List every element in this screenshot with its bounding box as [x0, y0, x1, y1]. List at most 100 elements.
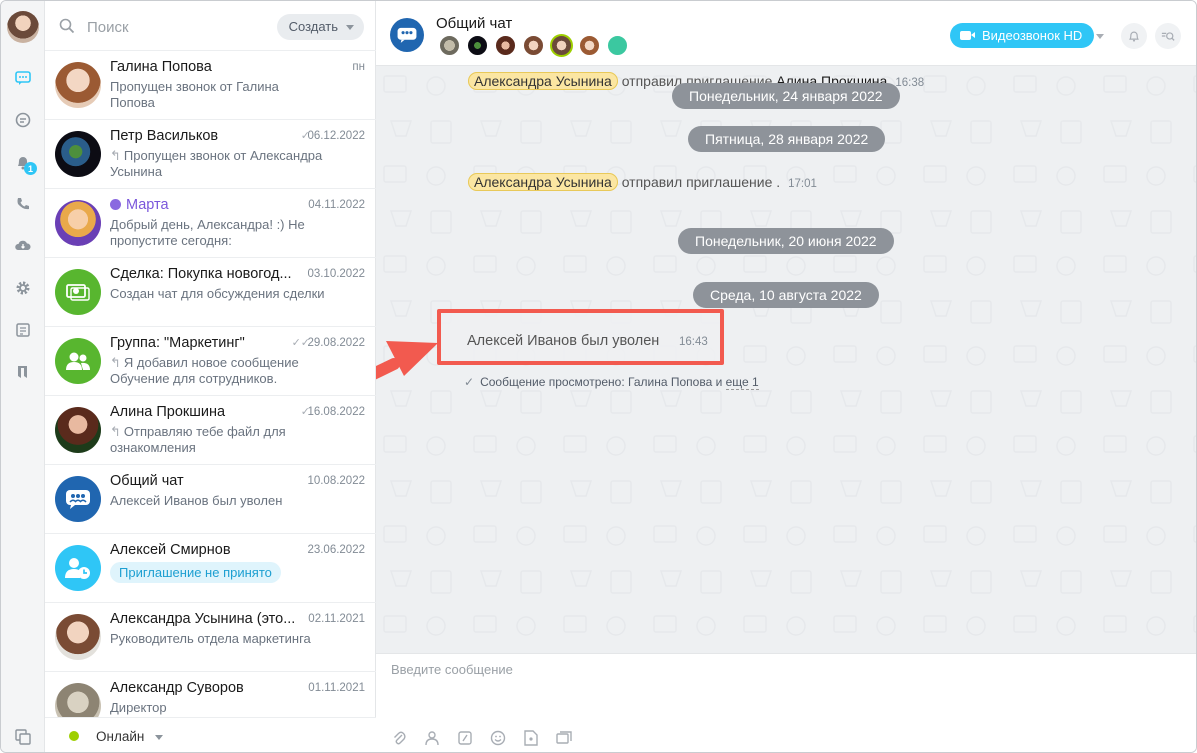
avatar[interactable]: [606, 34, 629, 57]
message-input[interactable]: Введите сообщение: [391, 662, 513, 677]
app-window: 1 Поиск Создать Галина Попова пн Пропуще…: [0, 0, 1197, 753]
avatar: [55, 200, 101, 246]
chat-name: Общий чат: [110, 473, 184, 489]
chat-date: 29.08.2022: [307, 337, 365, 349]
group-chat-icon: [397, 27, 417, 43]
disk-icon[interactable]: [13, 236, 33, 256]
chevron-down-icon[interactable]: [1096, 34, 1104, 39]
message-time: 16:43: [679, 336, 708, 348]
group-chat-icon: [66, 490, 90, 509]
chat-date: 23.06.2022: [307, 544, 365, 556]
avatar[interactable]: [494, 34, 517, 57]
chat-preview: Создан чат для обсуждения сделки: [110, 286, 325, 301]
chat-item[interactable]: Галина Попова пн Пропущен звонок от Гали…: [45, 51, 376, 120]
status-selector[interactable]: Онлайн: [45, 717, 376, 752]
avatar[interactable]: [522, 34, 545, 57]
user-mention[interactable]: Александра Усынина: [468, 173, 618, 191]
tasks-icon[interactable]: [13, 320, 33, 340]
avatar[interactable]: [578, 34, 601, 57]
user-mention[interactable]: Александра Усынина: [468, 72, 618, 90]
chat-items: Галина Попова пн Пропущен звонок от Гали…: [45, 51, 376, 741]
chat-list-panel: Поиск Создать Галина Попова пн Пропущен …: [45, 1, 376, 752]
read-receipt: ✓ Сообщение просмотрено: Галина Попова и …: [464, 375, 759, 390]
avatar: [55, 338, 101, 384]
left-rail: 1: [1, 1, 45, 752]
group-icon: [66, 352, 90, 370]
bookmarks-icon[interactable]: [13, 362, 33, 382]
deal-icon: [66, 284, 90, 301]
chat-item[interactable]: Сделка: Покупка новогод... 03.10.2022 Со…: [45, 258, 376, 327]
sticker-icon[interactable]: [522, 729, 540, 747]
bell-icon: [1129, 31, 1139, 42]
reply-icon: ↰: [110, 148, 121, 163]
date-separator: Среда, 10 августа 2022: [693, 282, 879, 308]
windows-icon[interactable]: [13, 727, 33, 747]
search-icon: [59, 18, 75, 34]
chat-date: 10.08.2022: [307, 475, 365, 487]
message-text: Алексей Иванов был уволен: [467, 333, 660, 349]
create-button[interactable]: Создать: [276, 14, 364, 40]
avatar: [55, 131, 101, 177]
chat-header: Общий чат Видеозвонок HD: [376, 1, 1196, 66]
chat-preview: Добрый день, Александра! :) Не пропустит…: [110, 217, 305, 248]
chat-item[interactable]: Общий чат 10.08.2022 Алексей Иванов был …: [45, 465, 376, 534]
chat-item[interactable]: Алексей Смирнов 23.06.2022 Приглашение н…: [45, 534, 376, 603]
chat-preview: ↰ Я добавил новое сообщение Обучение для …: [110, 355, 299, 386]
notifications-toggle-button[interactable]: [1121, 23, 1147, 49]
reply-icon: ↰: [110, 355, 121, 370]
chat-preview: Алексей Иванов был уволен: [110, 493, 283, 508]
smile-icon[interactable]: [489, 729, 507, 747]
chat-name: Галина Попова: [110, 59, 212, 75]
openlines-icon[interactable]: [13, 110, 33, 130]
message-composer: Введите сообщение: [376, 653, 1196, 752]
chat-avatar[interactable]: [390, 18, 424, 52]
highlighted-message[interactable]: Алексей Иванов был уволен 16:43: [437, 309, 724, 365]
avatar[interactable]: [550, 34, 573, 57]
search-input[interactable]: Поиск: [87, 19, 129, 36]
reply-icon: ↰: [110, 424, 121, 439]
chevron-down-icon: [155, 735, 163, 740]
avatar[interactable]: [466, 34, 489, 57]
composer-toolbar: [390, 729, 573, 747]
camera-icon: [960, 31, 975, 40]
settings-icon[interactable]: [13, 278, 33, 298]
my-avatar[interactable]: [7, 11, 39, 43]
chat-date: 06.12.2022: [307, 130, 365, 142]
notification-badge: 1: [24, 162, 37, 175]
avatar[interactable]: [438, 34, 461, 57]
date-separator: Понедельник, 20 июня 2022: [678, 228, 894, 254]
chat-preview: Директор: [110, 700, 167, 715]
chat-date: 01.11.2021: [308, 682, 365, 694]
chat-item[interactable]: Марта 04.11.2022 Добрый день, Александра…: [45, 189, 376, 258]
attach-icon[interactable]: [390, 729, 408, 747]
chat-date: 03.10.2022: [307, 268, 365, 280]
chat-item[interactable]: Петр Васильков ✓ 06.12.2022 ↰ Пропущен зв…: [45, 120, 376, 189]
video-call-button[interactable]: Видеозвонок HD: [950, 23, 1094, 48]
forward-icon[interactable]: [555, 729, 573, 747]
chat-icon[interactable]: [13, 68, 33, 88]
chat-name: Петр Васильков: [110, 128, 219, 144]
call-icon[interactable]: [13, 194, 33, 214]
member-avatars: [438, 34, 629, 57]
contact-icon[interactable]: [423, 729, 441, 747]
chat-item[interactable]: Александра Усынина (это... 02.11.2021 Ру…: [45, 603, 376, 672]
chat-item[interactable]: Группа: "Маркетинг" ✓✓ 29.08.2022 ↰ Я доб…: [45, 327, 376, 396]
chat-item[interactable]: Алина Прокшина ✓ 16.08.2022 ↰ Отправляю т…: [45, 396, 376, 465]
avatar: [55, 476, 101, 522]
search-messages-button[interactable]: [1155, 23, 1181, 49]
chat-name: Александр Суворов: [110, 680, 244, 696]
chat-name: Алина Прокшина: [110, 404, 226, 420]
date-separator: Пятница, 28 января 2022: [688, 126, 886, 152]
chat-preview: ↰ Пропущен звонок от Александра Усынина: [110, 148, 323, 179]
avatar: [55, 614, 101, 660]
invite-status-badge: Приглашение не принято: [110, 562, 281, 583]
search-icon: [1161, 32, 1175, 41]
chat-date: 02.11.2021: [308, 613, 365, 625]
chat-preview: ↰ Отправляю тебе файл для ознакомления: [110, 424, 286, 455]
more-viewers-link[interactable]: еще 1: [725, 375, 759, 390]
chat-name: Алексей Смирнов: [110, 542, 231, 558]
document-icon[interactable]: [456, 729, 474, 747]
chat-name: Группа: "Маркетинг": [110, 335, 245, 351]
chat-title[interactable]: Общий чат: [436, 15, 512, 32]
invited-user-icon: [65, 558, 90, 579]
